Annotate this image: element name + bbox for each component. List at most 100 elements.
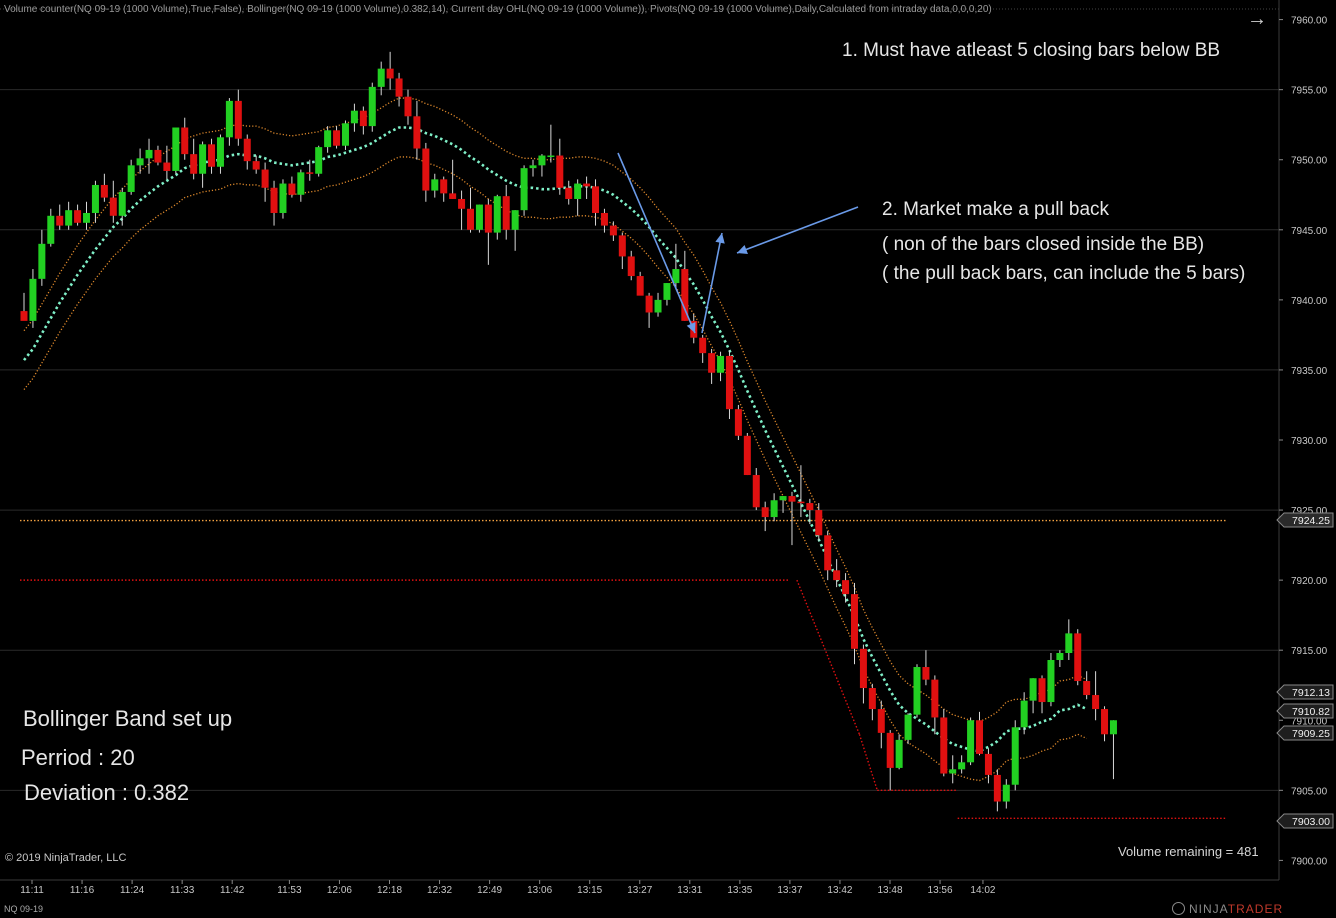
time-axis: 11:11 11:16 11:24 11:33 11:42 11:53 12:06 12:18… — [0, 879, 1279, 896]
y-tick-label: 7945.00 — [1291, 226, 1328, 237]
candle-body — [931, 679, 939, 718]
candles — [20, 51, 1117, 812]
candle-body — [341, 123, 349, 146]
candle-body — [779, 496, 787, 501]
price-marker-label: 7910.82 — [1292, 706, 1330, 718]
candle-body — [797, 501, 805, 504]
y-tick-label: 7955.00 — [1291, 86, 1328, 97]
x-tick-label: 13:27 — [627, 885, 652, 896]
candle-body — [1020, 700, 1028, 728]
candle-body — [243, 138, 251, 162]
candle-body — [904, 714, 912, 740]
candle-body — [833, 570, 841, 581]
candle-body — [565, 187, 573, 199]
candle-body — [20, 311, 28, 321]
candle-body — [583, 183, 591, 187]
candle-body — [859, 648, 867, 689]
instrument-tab[interactable]: NQ 09-19 — [4, 904, 43, 914]
candle-body — [350, 110, 358, 124]
candle-body — [47, 215, 55, 244]
price-marker-label: 7924.25 — [1292, 515, 1330, 527]
y-tick-label: 7930.00 — [1291, 436, 1328, 447]
candle-body — [850, 594, 858, 649]
candle-body — [377, 68, 385, 87]
price-marker: 7903.00 — [1276, 813, 1334, 829]
annotation-note-2: 2. Market make a pull back — [882, 199, 1110, 220]
volume-remaining: Volume remaining = 481 — [1118, 844, 1259, 859]
candle-body — [404, 96, 412, 117]
candle-body — [984, 753, 992, 775]
price-marker: 7924.25 — [1276, 512, 1334, 528]
copyright: © 2019 NinjaTrader, LLC — [5, 852, 127, 864]
candle-body — [1029, 678, 1037, 701]
indicator-header: Volume counter(NQ 09-19 (1000 Volume),Tr… — [4, 4, 992, 15]
candle-body — [600, 212, 608, 226]
candle-body — [1038, 678, 1046, 703]
candle-body — [708, 353, 716, 373]
candle-body — [458, 198, 466, 209]
annotation-note-1: 1. Must have atleast 5 closing bars belo… — [842, 40, 1221, 61]
candle-body — [413, 116, 421, 149]
candle-body — [958, 762, 966, 770]
price-markers: 7924.25 7912.13 7910.82 7909.25 7903.00 — [1276, 512, 1334, 829]
candle-body — [1011, 727, 1019, 785]
x-tick-label: 11:42 — [220, 885, 245, 896]
candle-body — [297, 172, 305, 195]
candle-body — [154, 149, 162, 163]
candle-body — [118, 191, 126, 216]
candle-body — [127, 165, 135, 192]
y-tick-label: 7960.00 — [1291, 16, 1328, 27]
candle-body — [645, 295, 653, 313]
candle-body — [788, 496, 796, 502]
candle-body — [734, 409, 742, 436]
candle-body — [1056, 653, 1064, 661]
candle-body — [279, 183, 287, 213]
candle-body — [592, 186, 600, 213]
candle-body — [56, 215, 64, 226]
y-tick-label: 7905.00 — [1291, 786, 1328, 797]
candle-body — [333, 130, 341, 146]
x-tick-label: 11:11 — [20, 885, 44, 896]
candle-body — [190, 154, 198, 174]
price-marker: 7910.82 — [1276, 703, 1334, 719]
candle-body — [145, 149, 153, 159]
price-marker-label: 7912.13 — [1292, 687, 1330, 699]
candle-body — [529, 165, 537, 169]
candle-body — [493, 196, 501, 233]
candle-body — [1101, 709, 1109, 735]
y-tick-label: 7940.00 — [1291, 296, 1328, 307]
candle-body — [91, 184, 99, 213]
candle-body — [520, 168, 528, 211]
candle-body — [261, 169, 269, 188]
ninja-logo-icon — [1172, 902, 1185, 915]
candle-body — [770, 500, 778, 518]
arrow-right-icon[interactable]: → — [1247, 8, 1267, 31]
candle-body — [1065, 633, 1073, 653]
y-tick-label: 7915.00 — [1291, 646, 1328, 657]
x-tick-label: 11:24 — [120, 885, 145, 896]
candle-body — [940, 717, 948, 774]
y-tick-label: 7935.00 — [1291, 366, 1328, 377]
candle-body — [761, 507, 769, 518]
candle-body — [868, 688, 876, 710]
pivot-levels — [20, 519, 1226, 820]
candle-body — [449, 193, 457, 199]
candle-body — [1047, 660, 1055, 703]
candle-body — [306, 172, 314, 174]
price-chart[interactable]: 7900.007905.007910.007915.007920.007925.… — [0, 0, 1336, 918]
candle-body — [752, 475, 760, 508]
candle-body — [949, 769, 957, 774]
candle-body — [725, 355, 733, 410]
candle-body — [467, 208, 474, 230]
candle-body — [368, 86, 376, 127]
candle-body — [484, 204, 492, 233]
candle-body — [663, 283, 671, 300]
candle-body — [74, 210, 82, 223]
candle-body — [913, 667, 921, 715]
candle-body — [163, 162, 171, 171]
setup-period: Perriod : 20 — [21, 745, 135, 770]
candle-body — [395, 78, 403, 97]
candle-body — [100, 184, 108, 198]
price-axis: 7900.007905.007910.007915.007920.007925.… — [1278, 0, 1328, 880]
candle-body — [225, 100, 233, 138]
